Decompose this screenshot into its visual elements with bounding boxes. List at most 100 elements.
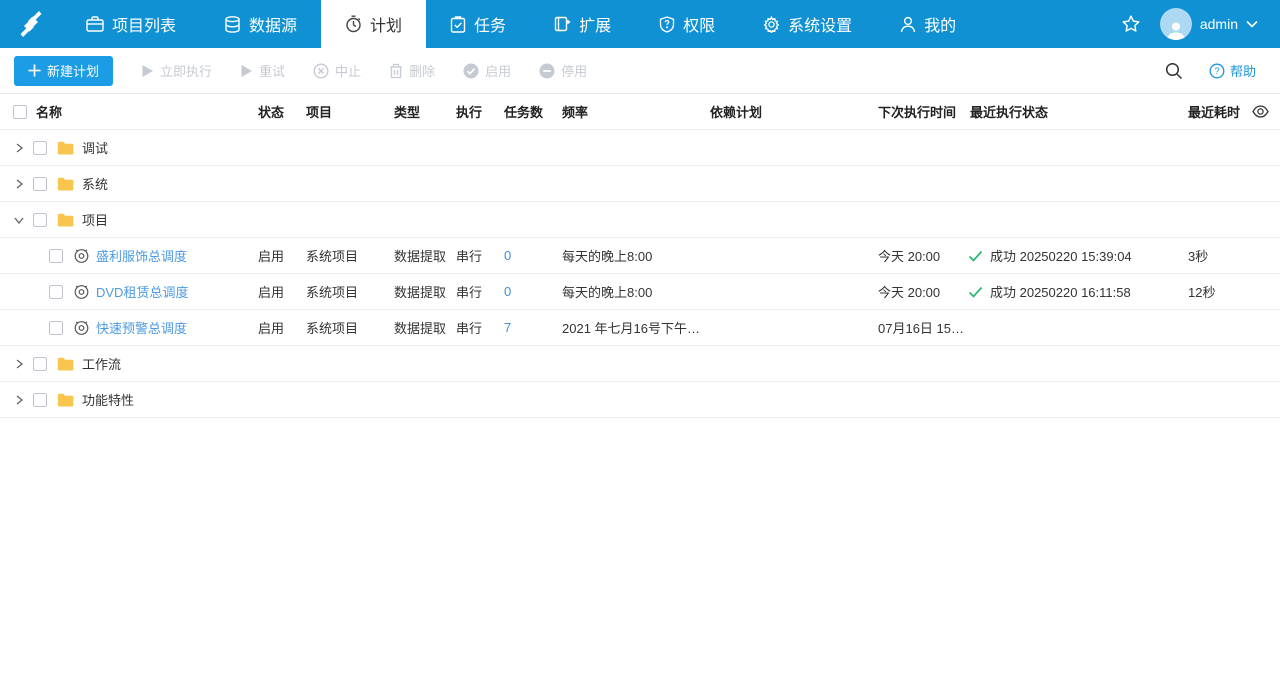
task-count-link[interactable]: 7	[504, 320, 511, 335]
column-header-project: 项目	[306, 105, 333, 120]
folder-name-label[interactable]: 调试	[82, 138, 108, 157]
folder-name-label[interactable]: 项目	[82, 210, 108, 229]
column-header-last-status: 最近执行状态	[970, 105, 1049, 120]
folder-name-label[interactable]: 工作流	[82, 354, 121, 373]
project-cell: 系统项目	[306, 249, 359, 264]
nav-tab-label: 我的	[924, 18, 957, 35]
chevron-right-icon[interactable]	[13, 178, 25, 190]
row-checkbox[interactable]	[33, 176, 47, 191]
folder-name-cell: 调试	[0, 138, 252, 157]
abort-button[interactable]: 中止	[313, 61, 361, 80]
last-status-label: 成功 20250220 15:39:04	[990, 249, 1132, 264]
chevron-right-icon[interactable]	[13, 358, 25, 370]
minus-circle-icon	[539, 63, 555, 78]
user-menu[interactable]: admin	[1159, 8, 1258, 40]
search-icon	[1165, 62, 1183, 79]
row-checkbox[interactable]	[49, 320, 63, 335]
briefcase-icon	[86, 16, 104, 32]
nav-tab-5[interactable]: 权限	[635, 0, 739, 48]
table-row[interactable]: DVD租赁总调度 启用 系统项目 数据提取 串行 0 每天的晚上8:00 今天 …	[0, 274, 1280, 310]
table-row[interactable]: 快速预警总调度 启用 系统项目 数据提取 串行 7 2021 年七月16号下午3…	[0, 310, 1280, 346]
play-icon	[241, 64, 253, 77]
nav-tab-label: 扩展	[579, 18, 612, 35]
table-row[interactable]: 工作流	[0, 346, 1280, 382]
project-cell: 系统项目	[306, 285, 359, 300]
task-count-link[interactable]: 0	[504, 284, 511, 299]
disable-button[interactable]: 停用	[539, 61, 587, 80]
search-button[interactable]	[1165, 62, 1183, 80]
nav-tab-7[interactable]: 我的	[876, 0, 980, 48]
table-row[interactable]: 项目	[0, 202, 1280, 238]
delete-button[interactable]: 删除	[389, 61, 435, 80]
help-button[interactable]: ? 帮助	[1209, 61, 1256, 80]
play-icon	[142, 64, 154, 77]
enable-button[interactable]: 启用	[463, 61, 511, 80]
retry-button[interactable]: 重试	[240, 61, 285, 80]
nav-right: admin	[1120, 8, 1280, 40]
column-visibility-toggle[interactable]	[1240, 105, 1280, 118]
column-header-status: 状态	[258, 105, 285, 120]
favorite-star-icon[interactable]	[1120, 13, 1142, 35]
plan-name-cell: 快速预警总调度	[0, 318, 252, 337]
table-row[interactable]: 功能特性	[0, 382, 1280, 418]
toolbar: 新建计划 立即执行 重试 中止 删除 启用 停用 ? 帮助	[0, 48, 1280, 94]
header-name-cell: 名称	[0, 102, 252, 121]
folder-name-cell: 项目	[0, 210, 252, 229]
username-label: admin	[1199, 16, 1238, 32]
nav-tab-1[interactable]: 数据源	[200, 0, 321, 48]
stopwatch-icon	[345, 15, 362, 33]
nav-tab-4[interactable]: 扩展	[530, 0, 635, 48]
column-header-next-time: 下次执行时间	[878, 105, 957, 120]
folder-name-label[interactable]: 功能特性	[82, 390, 134, 409]
next-time-cell: 今天 20:00	[878, 249, 941, 264]
table-row[interactable]: 调试	[0, 130, 1280, 166]
row-checkbox[interactable]	[33, 356, 47, 371]
plan-name-link[interactable]: DVD租赁总调度	[96, 282, 188, 301]
chevron-down-icon	[1246, 20, 1258, 28]
nav-tab-2[interactable]: 计划	[321, 0, 427, 48]
user-icon	[900, 16, 916, 33]
nav-tab-0[interactable]: 项目列表	[62, 0, 200, 48]
task-count-link[interactable]: 0	[504, 248, 511, 263]
avatar[interactable]	[1159, 8, 1192, 40]
nav-tab-6[interactable]: 系统设置	[739, 0, 876, 48]
plus-icon	[28, 64, 41, 77]
last-status-label: 成功 20250220 16:11:58	[990, 285, 1131, 300]
folder-icon	[57, 393, 74, 407]
row-checkbox[interactable]	[49, 248, 63, 263]
folder-icon	[57, 213, 74, 227]
chevron-down-icon[interactable]	[13, 214, 25, 226]
chevron-right-icon[interactable]	[13, 394, 25, 406]
success-check-icon	[968, 250, 983, 262]
table-row[interactable]: 系统	[0, 166, 1280, 202]
svg-text:?: ?	[1214, 66, 1219, 76]
chevron-right-icon[interactable]	[13, 142, 25, 154]
folder-name-label[interactable]: 系统	[82, 174, 108, 193]
folder-icon	[57, 177, 74, 191]
last-status-cell: 成功 20250220 15:39:04	[964, 246, 1182, 265]
plan-name-cell: DVD租赁总调度	[0, 282, 252, 301]
duration-cell: 12秒	[1188, 285, 1216, 300]
question-circle-icon: ?	[1209, 63, 1225, 78]
cancel-circle-icon	[313, 62, 329, 79]
run-now-button[interactable]: 立即执行	[141, 61, 212, 80]
column-header-exec: 执行	[456, 105, 483, 120]
select-all-checkbox[interactable]	[13, 104, 27, 119]
trash-icon	[390, 63, 403, 78]
next-time-cell: 今天 20:00	[878, 285, 941, 300]
column-header-tasks: 任务数	[504, 105, 544, 120]
table-row[interactable]: 盛利服饰总调度 启用 系统项目 数据提取 串行 0 每天的晚上8:00 今天 2…	[0, 238, 1280, 274]
nav-tabs: 项目列表 数据源 计划 任务 扩展 权限 系统设置 我的	[62, 0, 980, 48]
schedule-clock-icon	[73, 283, 90, 300]
s-logo-icon[interactable]	[0, 0, 62, 48]
row-checkbox[interactable]	[33, 212, 47, 227]
new-plan-button[interactable]: 新建计划	[14, 55, 114, 86]
row-checkbox[interactable]	[49, 284, 63, 299]
schedule-clock-icon	[73, 319, 90, 336]
plan-name-link[interactable]: 盛利服饰总调度	[96, 246, 187, 265]
nav-tab-3[interactable]: 任务	[426, 0, 530, 48]
plan-name-link[interactable]: 快速预警总调度	[96, 318, 187, 337]
row-checkbox[interactable]	[33, 140, 47, 155]
row-checkbox[interactable]	[33, 392, 47, 407]
nav-tab-label: 数据源	[249, 18, 298, 35]
